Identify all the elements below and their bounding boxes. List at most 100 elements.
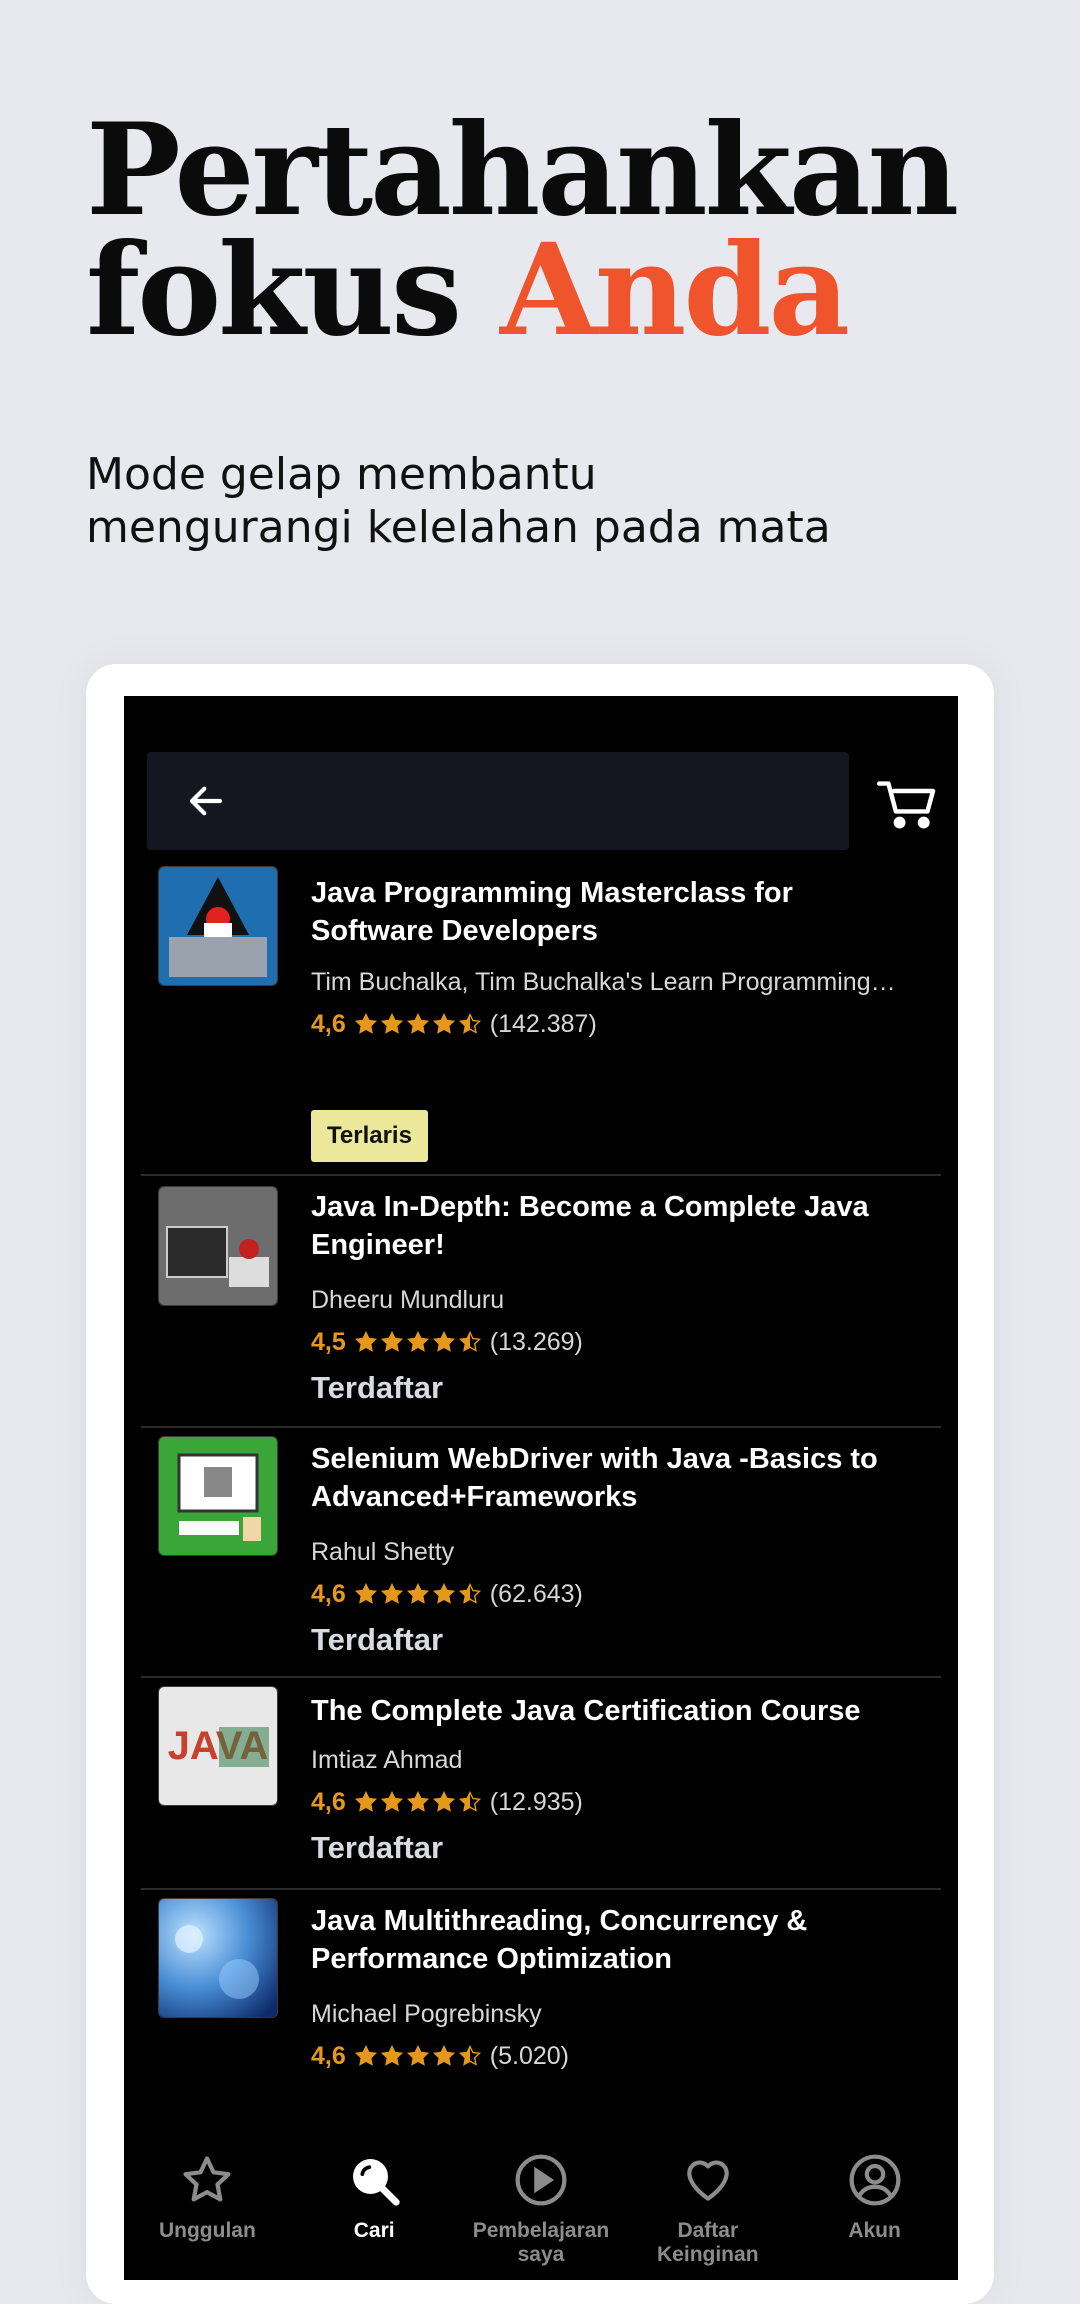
headline-line1: Pertahankan	[86, 96, 959, 244]
star-rating	[354, 1330, 482, 1354]
course-title[interactable]: Selenium WebDriver with Java -Basics to …	[311, 1440, 911, 1516]
star-icon	[354, 2044, 377, 2066]
star-icon	[432, 1012, 455, 1034]
enrolled-status: Terdaftar	[311, 1370, 444, 1405]
course-thumbnail	[158, 866, 278, 986]
course-rating: 4,6 (5.020)	[311, 2040, 569, 2072]
rating-value: 4,6	[311, 2041, 346, 2070]
app-screen: Java Programming Masterclass for Softwar…	[124, 696, 958, 2280]
course-thumbnail	[158, 1436, 278, 1556]
course-item[interactable]: JAVA The Complete Java Certification Cou…	[141, 1676, 941, 1888]
course-item[interactable]: Selenium WebDriver with Java -Basics to …	[141, 1426, 941, 1676]
course-item[interactable]: Java Programming Masterclass for Softwar…	[141, 866, 941, 1182]
course-item[interactable]: Java Multithreading, Concurrency & Perfo…	[141, 1888, 941, 2108]
arrow-left-icon[interactable]	[185, 780, 227, 822]
course-author: Dheeru Mundluru	[311, 1286, 505, 1314]
star-icon	[380, 1790, 403, 1812]
subtitle-line1: Mode gelap membantu	[86, 449, 597, 500]
rating-count: (5.020)	[489, 2041, 569, 2070]
subtitle: Mode gelap membantu mengurangi kelelahan…	[86, 448, 831, 554]
course-title[interactable]: Java Programming Masterclass for Softwar…	[311, 874, 911, 950]
nav-tab-account[interactable]: Akun	[795, 2136, 955, 2280]
star-icon	[458, 2044, 481, 2066]
star-rating	[354, 1582, 482, 1606]
star-icon	[380, 1582, 403, 1604]
star-rating	[354, 2044, 482, 2068]
course-title[interactable]: Java In-Depth: Become a Complete Java En…	[311, 1188, 911, 1264]
star-icon	[406, 1790, 429, 1812]
nav-tab-my-learning[interactable]: Pembelajaran saya	[461, 2136, 621, 2280]
course-thumbnail: JAVA	[158, 1686, 278, 1806]
course-title[interactable]: Java Multithreading, Concurrency & Perfo…	[311, 1902, 911, 1978]
star-icon	[354, 1012, 377, 1034]
play-icon	[515, 2154, 567, 2206]
rating-count: (12.935)	[489, 1787, 583, 1816]
star-icon	[354, 1790, 377, 1812]
star-icon	[406, 1012, 429, 1034]
cart-icon[interactable]	[876, 778, 938, 830]
nav-tab-search[interactable]: Cari	[294, 2136, 454, 2280]
course-rating: 4,6 (142.387)	[311, 1008, 597, 1040]
course-rating: 4,6 (62.643)	[311, 1578, 583, 1610]
headline-accent: Anda	[499, 216, 850, 364]
rating-count: (13.269)	[489, 1327, 583, 1356]
nav-label: Akun	[848, 2219, 901, 2242]
account-icon	[849, 2154, 901, 2206]
rating-count: (62.643)	[489, 1579, 583, 1608]
headline: Pertahankan fokus Anda	[86, 96, 959, 353]
star-icon	[432, 1330, 455, 1352]
course-author: Tim Buchalka, Tim Buchalka's Learn Progr…	[311, 968, 896, 996]
enrolled-status: Terdaftar	[311, 1622, 444, 1657]
star-icon	[458, 1330, 481, 1352]
star-icon	[406, 2044, 429, 2066]
star-icon	[380, 1330, 403, 1352]
heart-icon	[687, 2160, 729, 2201]
star-rating	[354, 1012, 482, 1036]
star-icon	[432, 1790, 455, 1812]
nav-tab-wishlist[interactable]: Daftar Keinginan	[628, 2136, 788, 2280]
nav-label: Cari	[353, 2219, 395, 2242]
nav-label: Unggulan	[158, 2219, 256, 2242]
rating-count: (142.387)	[489, 1009, 597, 1038]
star-icon	[183, 2156, 231, 2202]
subtitle-line2: mengurangi kelelahan pada mata	[86, 502, 831, 553]
course-rating: 4,6 (12.935)	[311, 1786, 583, 1818]
star-icon	[458, 1012, 481, 1034]
course-thumbnail	[158, 1898, 278, 2018]
search-icon	[353, 2159, 400, 2206]
course-rating: 4,5 (13.269)	[311, 1326, 583, 1358]
bestseller-badge: Terlaris	[311, 1110, 428, 1162]
nav-label: Pembelajaran saya	[472, 2219, 610, 2266]
star-icon	[458, 1790, 481, 1812]
headline-line2-plain: fokus	[86, 216, 500, 364]
bottom-navigation: Unggulan Cari Pembelajaran saya Daftar K…	[124, 2136, 958, 2280]
nav-label: Daftar Keinginan	[657, 2219, 759, 2266]
course-item[interactable]: Java In-Depth: Become a Complete Java En…	[141, 1174, 941, 1426]
star-icon	[458, 1582, 481, 1604]
divider	[141, 1174, 941, 1176]
course-author: Michael Pogrebinsky	[311, 2000, 542, 2028]
nav-tab-featured[interactable]: Unggulan	[127, 2136, 287, 2280]
star-icon	[406, 1330, 429, 1352]
course-author: Imtiaz Ahmad	[311, 1746, 463, 1774]
divider	[141, 1426, 941, 1428]
star-icon	[380, 2044, 403, 2066]
star-rating	[354, 1790, 482, 1814]
enrolled-status: Terdaftar	[311, 1830, 444, 1865]
star-icon	[406, 1582, 429, 1604]
course-title[interactable]: The Complete Java Certification Course	[311, 1692, 911, 1730]
divider	[141, 1888, 941, 1890]
star-icon	[432, 2044, 455, 2066]
star-icon	[354, 1582, 377, 1604]
star-icon	[380, 1012, 403, 1034]
rating-value: 4,6	[311, 1787, 346, 1816]
divider	[141, 1676, 941, 1678]
headline-line2: fokus Anda	[86, 227, 956, 353]
rating-value: 4,6	[311, 1009, 346, 1038]
rating-value: 4,5	[311, 1327, 346, 1356]
course-author: Rahul Shetty	[311, 1538, 455, 1566]
star-icon	[354, 1330, 377, 1352]
rating-value: 4,6	[311, 1579, 346, 1608]
search-bar[interactable]	[147, 752, 849, 850]
course-thumbnail	[158, 1186, 278, 1306]
